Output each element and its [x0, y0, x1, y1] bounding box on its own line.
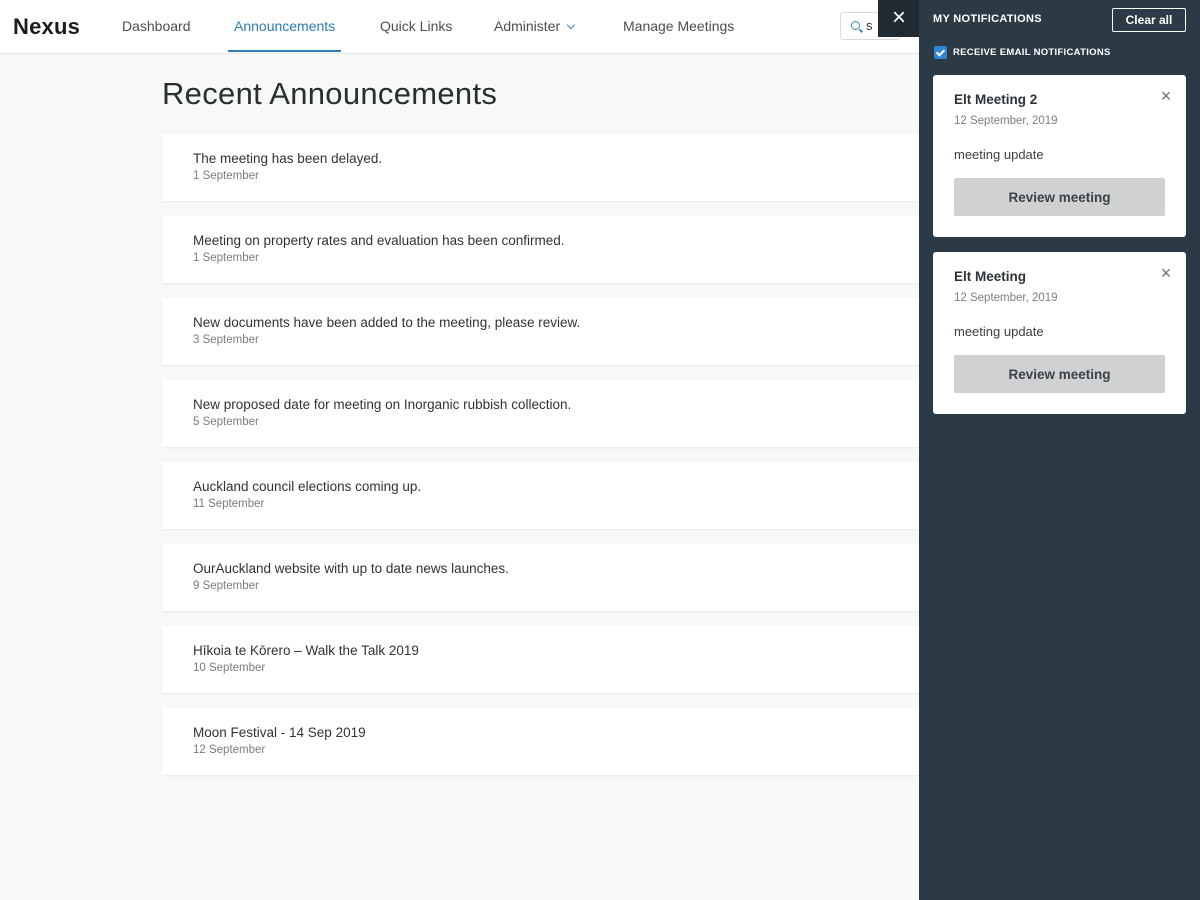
- nav-item-manage-meetings[interactable]: Manage Meetings: [623, 0, 734, 54]
- announcement-date: 1 September: [193, 252, 259, 264]
- announcement-title: The meeting has been delayed.: [193, 151, 383, 166]
- page-title: Recent Announcements: [162, 76, 498, 111]
- notification-title: Elt Meeting 2: [954, 92, 1038, 107]
- app-logo[interactable]: Nexus: [13, 14, 80, 40]
- notification-date: 12 September, 2019: [954, 115, 1058, 127]
- email-notifications-toggle[interactable]: RECEIVE EMAIL NOTIFICATIONS: [934, 44, 1111, 60]
- nav-item-administer[interactable]: Administer: [494, 0, 576, 54]
- nav-item-quick-links[interactable]: Quick Links: [380, 0, 452, 54]
- close-icon[interactable]: ×: [1158, 87, 1174, 105]
- notification-title: Elt Meeting: [954, 269, 1027, 284]
- announcement-card[interactable]: Hīkoia te Kōrero – Walk the Talk 2019 10…: [162, 626, 920, 693]
- announcement-card[interactable]: OurAuckland website with up to date news…: [162, 544, 920, 611]
- announcement-date: 10 September: [193, 662, 266, 674]
- announcement-title: OurAuckland website with up to date news…: [193, 561, 509, 576]
- announcement-date: 5 September: [193, 416, 259, 428]
- announcement-date: 12 September: [193, 744, 266, 756]
- announcement-title: Moon Festival - 14 Sep 2019: [193, 725, 366, 740]
- announcement-list: The meeting has been delayed. 1 Septembe…: [162, 134, 920, 790]
- notification-card: Elt Meeting × 12 September, 2019 meeting…: [933, 252, 1186, 414]
- announcement-title: New proposed date for meeting on Inorgan…: [193, 397, 572, 412]
- review-meeting-button[interactable]: Review meeting: [954, 178, 1165, 216]
- close-icon[interactable]: ×: [1158, 264, 1174, 282]
- announcement-title: Auckland council elections coming up.: [193, 479, 422, 494]
- notification-body: meeting update: [954, 324, 1044, 339]
- email-notifications-label: RECEIVE EMAIL NOTIFICATIONS: [953, 47, 1111, 59]
- notifications-title: MY NOTIFICATIONS: [933, 13, 1042, 25]
- nav-item-announcements[interactable]: Announcements: [227, 0, 342, 54]
- nav-item-administer-label: Administer: [494, 18, 561, 34]
- clear-all-button[interactable]: Clear all: [1112, 8, 1186, 32]
- announcement-date: 9 September: [193, 580, 259, 592]
- announcement-card[interactable]: Moon Festival - 14 Sep 2019 12 September: [162, 708, 920, 775]
- announcement-title: Hīkoia te Kōrero – Walk the Talk 2019: [193, 643, 419, 658]
- review-meeting-button[interactable]: Review meeting: [954, 355, 1165, 393]
- email-notifications-checkbox[interactable]: [934, 46, 947, 60]
- announcement-title: Meeting on property rates and evaluation…: [193, 233, 565, 248]
- close-notifications-button[interactable]: ×: [878, 0, 920, 37]
- announcement-card[interactable]: Meeting on property rates and evaluation…: [162, 216, 920, 283]
- announcement-date: 11 September: [193, 498, 265, 510]
- search-value: s: [866, 18, 873, 33]
- announcement-card[interactable]: New proposed date for meeting on Inorgan…: [162, 380, 920, 447]
- notification-card: Elt Meeting 2 × 12 September, 2019 meeti…: [933, 75, 1186, 237]
- announcement-date: 3 September: [193, 334, 259, 346]
- announcement-card[interactable]: Auckland council elections coming up. 11…: [162, 462, 920, 529]
- notifications-panel: MY NOTIFICATIONS Clear all RECEIVE EMAIL…: [919, 0, 1200, 900]
- nav-item-dashboard[interactable]: Dashboard: [122, 0, 191, 54]
- chevron-down-icon: [566, 20, 576, 30]
- search-icon: [851, 21, 860, 30]
- announcement-title: New documents have been added to the mee…: [193, 315, 581, 330]
- notification-body: meeting update: [954, 147, 1044, 162]
- notification-date: 12 September, 2019: [954, 292, 1058, 304]
- announcement-card[interactable]: New documents have been added to the mee…: [162, 298, 920, 365]
- announcement-card[interactable]: The meeting has been delayed. 1 Septembe…: [162, 134, 920, 201]
- announcement-date: 1 September: [193, 170, 259, 182]
